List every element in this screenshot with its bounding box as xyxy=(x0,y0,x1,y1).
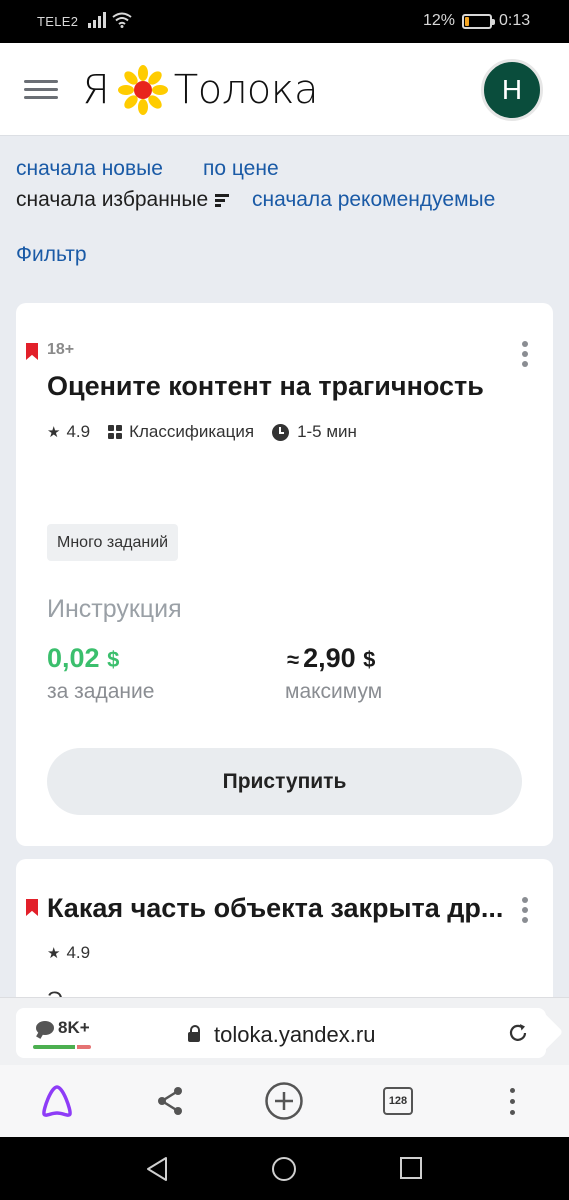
tabs-button[interactable]: 128 xyxy=(378,1081,418,1121)
price-per-task: 0,02 $ xyxy=(47,643,120,673)
instruction-link[interactable]: Инструкция xyxy=(47,595,182,624)
comments-counter[interactable]: 8K+ xyxy=(36,1018,90,1038)
task-rating: 4.9 xyxy=(66,943,91,962)
browser-toolbar: 128 xyxy=(0,1065,569,1137)
browser-address-bar: 8K+ toloka.yandex.ru xyxy=(0,997,569,1065)
price-per-task-label: за задание xyxy=(47,680,155,703)
comments-count: 8K+ xyxy=(58,1018,90,1037)
grid-icon xyxy=(108,425,123,439)
task-card[interactable]: 18+ Оцените контент на трагичность ★ 4.9 … xyxy=(16,303,553,846)
clock: 0:13 xyxy=(499,12,531,29)
sort-recommended-link[interactable]: сначала рекомендуемые xyxy=(252,188,495,212)
logo-name: Толока xyxy=(173,67,319,113)
task-duration: 1-5 мин xyxy=(297,422,357,441)
task-title[interactable]: Какая часть объекта закрыта др... xyxy=(47,893,503,924)
sort-newest-link[interactable]: сначала новые xyxy=(16,157,163,181)
reload-icon[interactable] xyxy=(507,1022,529,1044)
user-avatar[interactable]: Н xyxy=(481,59,543,121)
recents-icon[interactable] xyxy=(399,1156,423,1180)
new-tab-icon[interactable] xyxy=(264,1081,304,1121)
status-bar: TELE2 12% 0:13 xyxy=(0,0,569,43)
battery-percent: 12% xyxy=(423,12,456,29)
menu-icon[interactable] xyxy=(24,80,58,102)
system-nav-bar xyxy=(0,1137,569,1200)
task-meta: ★ 4.9 Классификация 1-5 мин xyxy=(47,422,375,442)
toloka-logo[interactable]: Я Толока xyxy=(82,65,319,115)
sort-order-icon xyxy=(215,192,230,209)
url-text: toloka.yandex.ru xyxy=(214,1022,376,1047)
sort-favorites-active[interactable]: сначала избранные xyxy=(16,188,230,212)
lock-icon xyxy=(188,1025,200,1042)
bookmark-icon[interactable] xyxy=(26,343,38,360)
comment-bubble-icon xyxy=(36,1021,54,1035)
task-title[interactable]: Оцените контент на трагичность xyxy=(47,371,484,402)
logo-ya: Я xyxy=(82,67,110,113)
battery-icon xyxy=(462,14,495,29)
star-icon: ★ xyxy=(47,945,61,962)
max-price-label: максимум xyxy=(285,680,383,703)
tabs-count: 128 xyxy=(383,1087,413,1115)
task-type: Классификация xyxy=(129,422,255,441)
start-task-button[interactable]: Приступить xyxy=(47,748,522,815)
sort-favorites-label: сначала избранные xyxy=(16,188,209,211)
app-header: Я Толока Н xyxy=(0,43,569,136)
filter-link[interactable]: Фильтр xyxy=(16,243,87,267)
max-price: ≈2,90 $ xyxy=(287,643,376,673)
more-options-icon[interactable] xyxy=(522,897,530,927)
wifi-icon xyxy=(112,12,132,28)
site-rating-bar xyxy=(33,1045,91,1049)
share-icon[interactable] xyxy=(150,1081,190,1121)
signal-icon xyxy=(88,12,106,28)
age-badge: 18+ xyxy=(47,341,75,358)
home-icon[interactable] xyxy=(271,1156,297,1182)
browser-menu-icon[interactable] xyxy=(492,1081,532,1121)
carrier-label: TELE2 xyxy=(37,14,79,29)
bookmark-icon[interactable] xyxy=(26,899,38,916)
task-rating: 4.9 xyxy=(66,422,91,441)
star-icon: ★ xyxy=(47,424,61,441)
clock-icon xyxy=(272,423,290,441)
task-meta: ★ 4.9 xyxy=(47,943,108,963)
task-tag: Много заданий xyxy=(47,524,179,561)
flower-logo-icon xyxy=(117,65,168,115)
url-display[interactable]: toloka.yandex.ru xyxy=(188,1022,375,1048)
back-icon[interactable] xyxy=(145,1156,169,1182)
sort-price-link[interactable]: по цене xyxy=(203,157,279,181)
more-options-icon[interactable] xyxy=(522,341,530,371)
alice-icon[interactable] xyxy=(37,1081,77,1121)
